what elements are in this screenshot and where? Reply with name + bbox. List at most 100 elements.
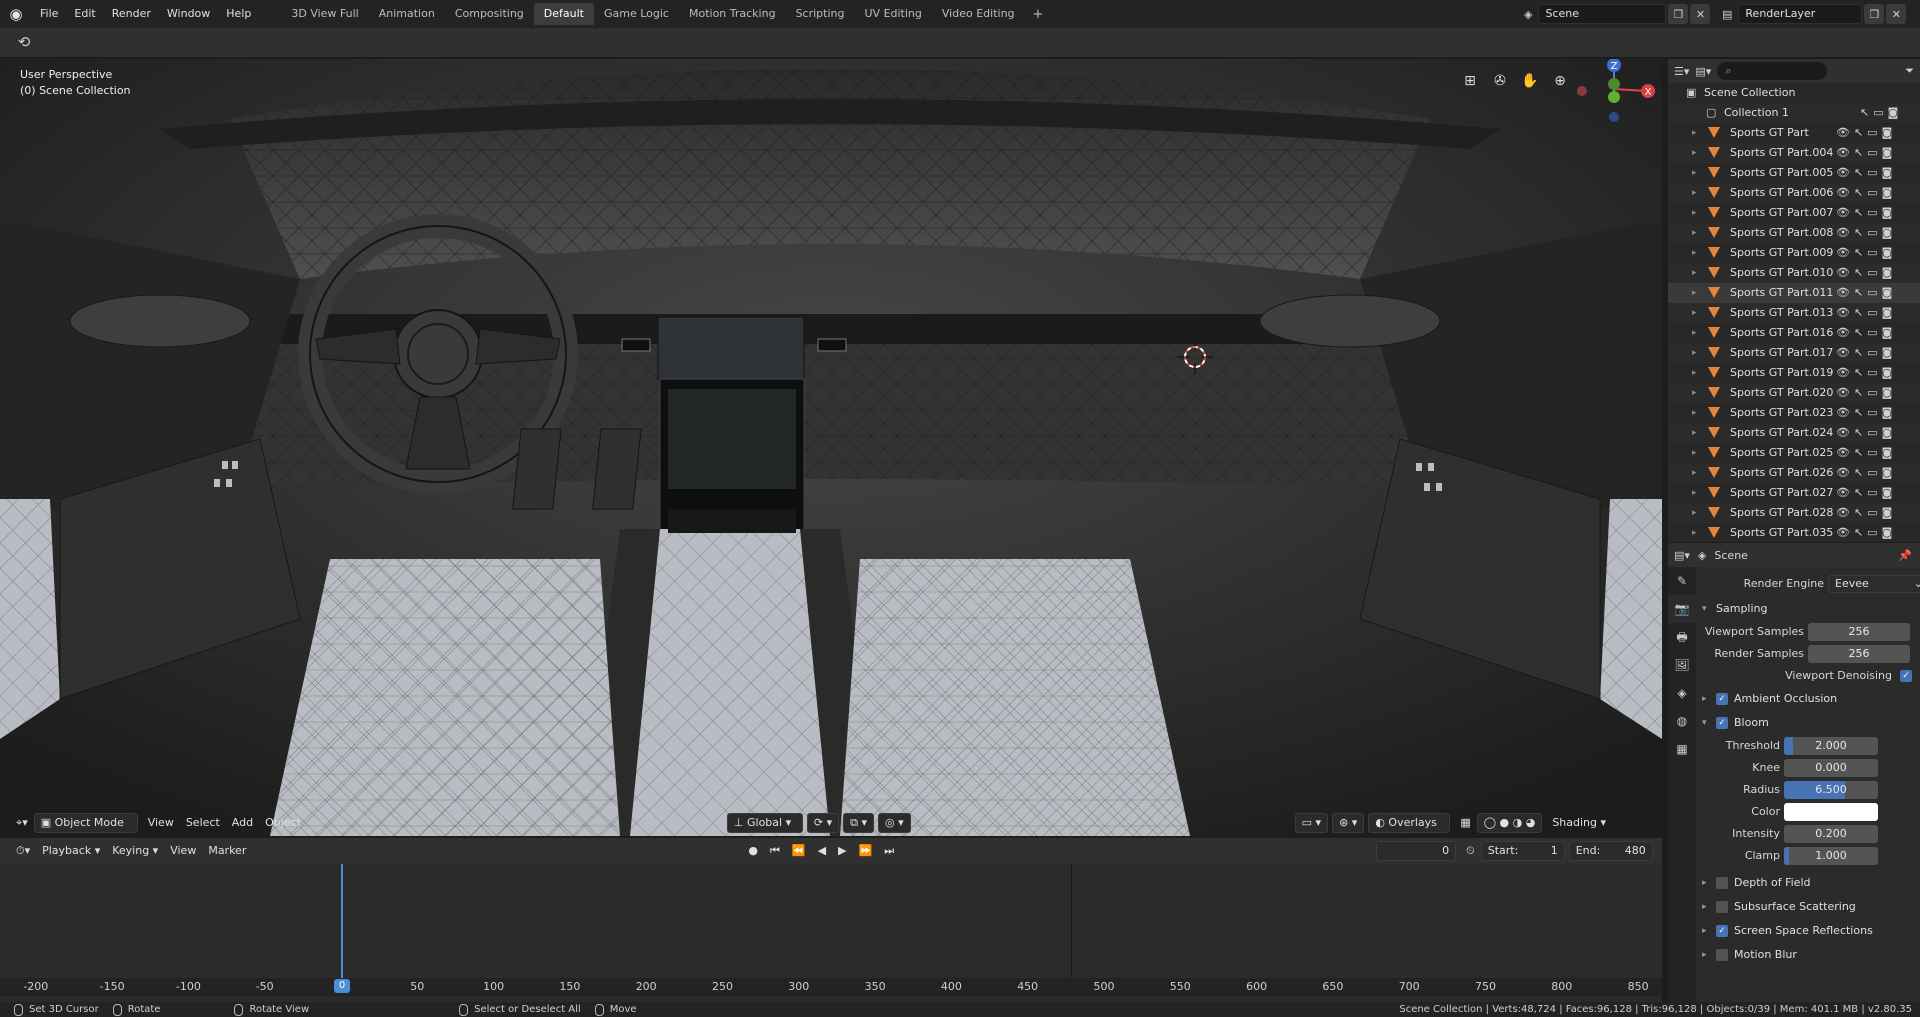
expand-triangle-icon[interactable]: ▸ bbox=[1692, 363, 1697, 383]
knee-slider[interactable]: 0.000 bbox=[1784, 759, 1878, 777]
expand-triangle-icon[interactable]: ▸ bbox=[1692, 143, 1697, 163]
delete-scene-button[interactable]: ✕ bbox=[1690, 4, 1711, 24]
workspace-tab-game-logic[interactable]: Game Logic bbox=[594, 3, 679, 25]
clamp-slider[interactable]: 1.000 bbox=[1784, 847, 1878, 865]
workspace-tab-3d-view-full[interactable]: 3D View Full bbox=[281, 3, 368, 25]
scene-field[interactable]: Scene bbox=[1538, 4, 1667, 24]
visibility-toggle-icons[interactable]: 👁↖▭◙ bbox=[1836, 323, 1896, 343]
workspace-tab-video-editing[interactable]: Video Editing bbox=[932, 3, 1025, 25]
visibility-toggle-icons[interactable]: 👁↖▭◙ bbox=[1836, 243, 1896, 263]
keying-menu[interactable]: Keying ▾ bbox=[106, 841, 164, 861]
bloom-color-swatch[interactable] bbox=[1784, 803, 1878, 821]
visibility-toggle-icons[interactable]: 👁↖▭◙ bbox=[1836, 123, 1896, 143]
radius-slider[interactable]: 6.500 bbox=[1784, 781, 1878, 799]
output-tab-icon[interactable]: 🖶 bbox=[1668, 623, 1696, 651]
current-frame-field[interactable]: 0 bbox=[1376, 841, 1457, 861]
toggle-camera-view-icon[interactable]: ⊞ bbox=[1460, 71, 1480, 91]
timeline-editor[interactable]: ⏱▾ Playback ▾ Keying ▾ View Marker ● ⏮ ⏪… bbox=[0, 838, 1662, 1002]
sss-checkbox[interactable] bbox=[1716, 901, 1728, 913]
sss-panel-header[interactable]: ▸ Subsurface Scattering bbox=[1700, 895, 1916, 919]
shading-mode-buttons[interactable]: ◯ ● ◑ ◕ bbox=[1476, 813, 1543, 833]
expand-triangle-icon[interactable]: ▸ bbox=[1692, 343, 1697, 363]
delete-render-layer-button[interactable]: ✕ bbox=[1886, 4, 1907, 24]
menu-render[interactable]: Render bbox=[104, 0, 159, 28]
add-menu[interactable]: Add bbox=[226, 813, 259, 833]
snap-toggle[interactable]: ⧉ ▾ bbox=[843, 813, 875, 833]
outliner-object-row[interactable]: ▸ Sports GT Part.006 👁↖▭◙ bbox=[1668, 183, 1920, 203]
ssr-panel-header[interactable]: ▸ ✓ Screen Space Reflections bbox=[1700, 919, 1916, 943]
editor-type-icon[interactable]: ⌖▾ bbox=[10, 813, 34, 833]
visibility-toggle-icons[interactable]: 👁↖▭◙ bbox=[1836, 503, 1896, 523]
visibility-toggle-icons[interactable]: 👁↖▭◙ bbox=[1836, 343, 1896, 363]
menu-edit[interactable]: Edit bbox=[66, 0, 103, 28]
display-mode-icon[interactable]: ▤▾ bbox=[1695, 65, 1711, 78]
expand-triangle-icon[interactable]: ▸ bbox=[1692, 203, 1697, 223]
render-samples-field[interactable]: 256 bbox=[1808, 645, 1910, 663]
timeline-view-menu[interactable]: View bbox=[164, 841, 202, 861]
outliner-object-row[interactable]: ▸ Sports GT Part.028 👁↖▭◙ bbox=[1668, 503, 1920, 523]
outliner-object-row[interactable]: ▸ Sports GT Part.010 👁↖▭◙ bbox=[1668, 263, 1920, 283]
outliner-object-row[interactable]: ▸ Sports GT Part.020 👁↖▭◙ bbox=[1668, 383, 1920, 403]
outliner-object-row[interactable]: ▸ Sports GT Part.008 👁↖▭◙ bbox=[1668, 223, 1920, 243]
view-menu[interactable]: View bbox=[142, 813, 180, 833]
visibility-toggle-icons[interactable]: 👁↖▭◙ bbox=[1836, 523, 1896, 542]
new-scene-button[interactable]: ❐ bbox=[1668, 4, 1689, 24]
outliner-collection-row[interactable]: ▢ Collection 1 ↖▭◙ bbox=[1668, 103, 1920, 123]
start-frame-field[interactable]: Start: 1 bbox=[1480, 841, 1565, 861]
ssr-checkbox[interactable]: ✓ bbox=[1716, 925, 1728, 937]
play-button[interactable]: ▶ bbox=[832, 841, 852, 861]
viewport-denoising-checkbox[interactable]: ✓ bbox=[1900, 670, 1912, 682]
dof-panel-header[interactable]: ▸ Depth of Field bbox=[1700, 871, 1916, 895]
outliner-object-row[interactable]: ▸ Sports GT Part.009 👁↖▭◙ bbox=[1668, 243, 1920, 263]
viewport-visibility-select[interactable]: ▭ ▾ bbox=[1294, 813, 1329, 833]
jump-keyframe-forward-button[interactable]: ⏩ bbox=[853, 841, 879, 861]
filter-icon[interactable]: ⏷ bbox=[1905, 64, 1914, 78]
outliner-object-row[interactable]: ▸ Sports GT Part.024 👁↖▭◙ bbox=[1668, 423, 1920, 443]
properties-editor[interactable]: ▤▾ ◈ Scene 📌 ✎ 📷 🖶 🖼 ◈ ◍ ▦ Render Engine… bbox=[1668, 542, 1920, 1003]
expand-triangle-icon[interactable]: ▸ bbox=[1692, 323, 1697, 343]
outliner-object-row[interactable]: ▸ Sports GT Part.005 👁↖▭◙ bbox=[1668, 163, 1920, 183]
expand-triangle-icon[interactable]: ▸ bbox=[1692, 423, 1697, 443]
visibility-toggle-icons[interactable]: 👁↖▭◙ bbox=[1836, 483, 1896, 503]
expand-triangle-icon[interactable]: ▸ bbox=[1692, 243, 1697, 263]
blender-logo-icon[interactable]: ◉ bbox=[0, 0, 32, 28]
mode-select[interactable]: ▣ Object Mode ▾ bbox=[33, 813, 138, 847]
outliner-object-row[interactable]: ▸ Sports GT Part.004 👁↖▭◙ bbox=[1668, 143, 1920, 163]
properties-editor-type-icon[interactable]: ▤▾ bbox=[1674, 549, 1690, 562]
world-tab-icon[interactable]: ◍ bbox=[1668, 707, 1696, 735]
visibility-toggle-icons[interactable]: 👁↖▭◙ bbox=[1836, 263, 1896, 283]
workspace-tab-scripting[interactable]: Scripting bbox=[786, 3, 855, 25]
overlays-toggle[interactable]: ◐ Overlays ▾ bbox=[1368, 813, 1451, 847]
outliner-scene-collection[interactable]: ▣ Scene Collection bbox=[1668, 83, 1920, 103]
3d-viewport[interactable]: Z X User Perspective (0) Scene Collectio… bbox=[0, 59, 1662, 836]
view-layer-tab-icon[interactable]: 🖼 bbox=[1668, 651, 1696, 679]
collection-visibility-icons[interactable]: ↖▭◙ bbox=[1860, 103, 1902, 123]
outliner-object-row[interactable]: ▸ Sports GT Part.016 👁↖▭◙ bbox=[1668, 323, 1920, 343]
workspace-tab-animation[interactable]: Animation bbox=[369, 3, 445, 25]
playback-menu[interactable]: Playback ▾ bbox=[36, 841, 106, 861]
workspace-tab-compositing[interactable]: Compositing bbox=[445, 3, 534, 25]
workspace-tab-default[interactable]: Default bbox=[533, 3, 594, 25]
render-engine-select[interactable]: Eevee ⌄ bbox=[1828, 575, 1920, 593]
new-render-layer-button[interactable]: ❐ bbox=[1864, 4, 1885, 24]
expand-triangle-icon[interactable]: ▸ bbox=[1692, 383, 1697, 403]
outliner-object-row[interactable]: ▸ Sports GT Part.011 👁↖▭◙ bbox=[1668, 283, 1920, 303]
pivot-point-select[interactable]: ⟳ ▾ bbox=[806, 813, 840, 833]
use-preview-range-icon[interactable]: ⏲ bbox=[1460, 841, 1481, 861]
workspace-tab-motion-tracking[interactable]: Motion Tracking bbox=[679, 3, 786, 25]
threshold-slider[interactable]: 2.000 bbox=[1784, 737, 1878, 755]
workspace-tab-uv-editing[interactable]: UV Editing bbox=[855, 3, 932, 25]
scene-icon[interactable]: ◈ bbox=[1524, 8, 1532, 21]
shading-menu[interactable]: Shading ▾ bbox=[1546, 813, 1612, 833]
texture-tab-icon[interactable]: ▦ bbox=[1668, 735, 1696, 763]
visibility-toggle-icons[interactable]: 👁↖▭◙ bbox=[1836, 183, 1896, 203]
visibility-toggle-icons[interactable]: 👁↖▭◙ bbox=[1836, 463, 1896, 483]
proportional-edit-toggle[interactable]: ◎ ▾ bbox=[878, 813, 911, 833]
marker-menu[interactable]: Marker bbox=[202, 841, 252, 861]
visibility-toggle-icons[interactable]: 👁↖▭◙ bbox=[1836, 383, 1896, 403]
end-frame-field[interactable]: End: 480 bbox=[1568, 841, 1653, 861]
ambient-occlusion-checkbox[interactable]: ✓ bbox=[1716, 693, 1728, 705]
pan-hand-icon[interactable]: ✋ bbox=[1520, 71, 1540, 91]
intensity-slider[interactable]: 0.200 bbox=[1784, 825, 1878, 843]
jump-end-button[interactable]: ⏭ bbox=[878, 841, 900, 861]
